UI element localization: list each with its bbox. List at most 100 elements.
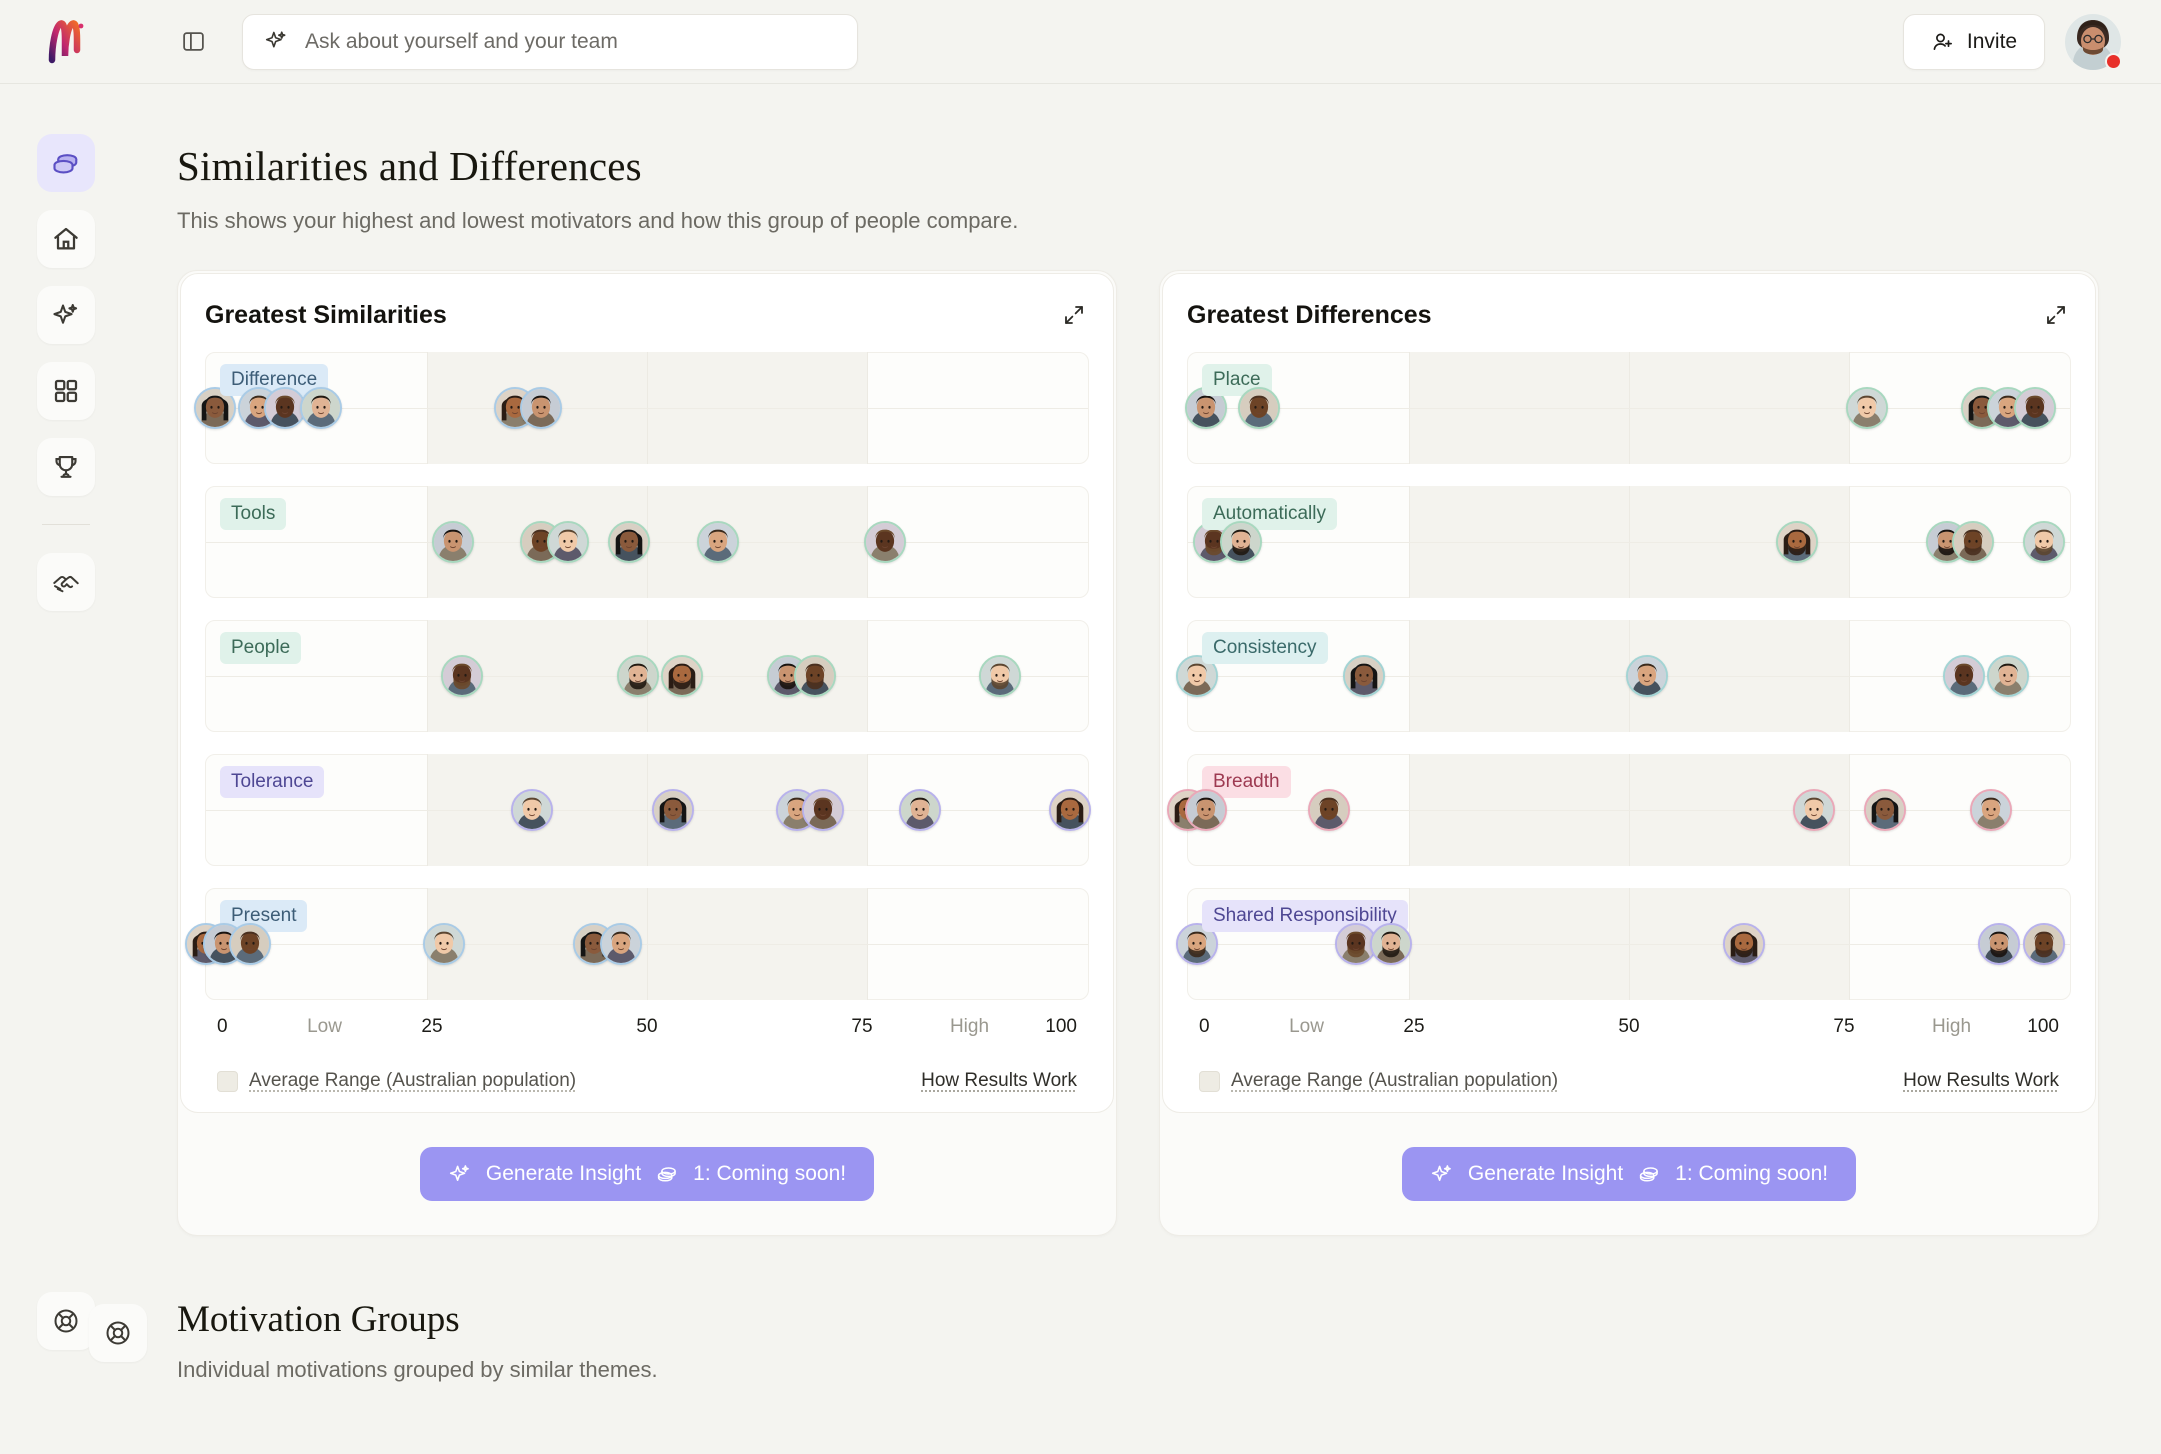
person-avatar-dot[interactable]: [1775, 521, 1818, 563]
person-avatar-dot[interactable]: [1863, 789, 1906, 831]
person-avatar-dot[interactable]: [1369, 923, 1412, 965]
chart-footer: Average Range (Australian population) Ho…: [1199, 1070, 2059, 1092]
person-avatar-dot[interactable]: [652, 789, 695, 831]
sidebar-item-insights[interactable]: [37, 286, 95, 344]
generate-insight-button[interactable]: Generate Insight 1: Coming soon!: [1401, 1147, 1857, 1201]
person-avatar-dot[interactable]: [431, 521, 474, 563]
person-avatar-dot[interactable]: [1943, 655, 1986, 697]
row-label-chip: Tools: [220, 498, 287, 530]
person-avatar-dot[interactable]: [1237, 387, 1280, 429]
axis-tick-label: 25: [1403, 1016, 1425, 1037]
person-avatar-dot[interactable]: [1969, 789, 2012, 831]
motivation-groups-section: Motivation Groups Individual motivations…: [89, 1298, 2161, 1383]
person-avatar-dot[interactable]: [1987, 655, 2030, 697]
person-avatar-dot[interactable]: [520, 387, 563, 429]
person-avatar-dot[interactable]: [423, 923, 466, 965]
person-avatar-dot[interactable]: [2022, 923, 2065, 965]
how-results-work-link[interactable]: How Results Work: [921, 1070, 1077, 1092]
person-avatar-dot[interactable]: [1846, 387, 1889, 429]
sidebar-panel-icon[interactable]: [176, 25, 210, 59]
axis-tick-label: High: [949, 1016, 990, 1037]
sidebar-item-dashboard[interactable]: [37, 362, 95, 420]
top-bar-actions: Invite: [1903, 13, 2161, 70]
person-avatar-dot[interactable]: [1951, 521, 1994, 563]
person-avatar-dot[interactable]: [511, 789, 554, 831]
user-avatar[interactable]: [2065, 13, 2122, 70]
generate-insight-label: Generate Insight: [1467, 1162, 1624, 1185]
legend: Average Range (Australian population): [217, 1070, 576, 1092]
person-avatar-dot[interactable]: [2013, 387, 2056, 429]
row-label-chip: Consistency: [1202, 632, 1328, 664]
chart-footer: Average Range (Australian population) Ho…: [217, 1070, 1077, 1092]
expand-diagonal-icon[interactable]: [2041, 300, 2071, 330]
handshake-icon: [53, 575, 79, 593]
expand-diagonal-icon[interactable]: [1059, 300, 1089, 330]
sidebar-item-team[interactable]: [37, 553, 95, 611]
generate-insight-container: Generate Insight 1: Coming soon!: [1160, 1147, 2098, 1201]
page-title: Similarities and Differences: [177, 143, 642, 189]
section-subtitle: Individual motivations grouped by simila…: [177, 1357, 658, 1382]
section-title: Motivation Groups: [177, 1299, 460, 1340]
person-avatar-dot[interactable]: [696, 521, 739, 563]
axis-tick-label: Low: [1289, 1016, 1324, 1037]
sidebar-item-coins[interactable]: [37, 134, 95, 192]
chart-card-inner: Greatest Similarities Difference Tools P…: [180, 273, 1114, 1113]
invite-button[interactable]: Invite: [1903, 13, 2045, 70]
axis-tick-label: 0: [1199, 1016, 1210, 1037]
row-axis-line: [206, 944, 1088, 945]
person-avatar-dot[interactable]: [299, 387, 342, 429]
person-avatar-dot[interactable]: [793, 655, 836, 697]
person-avatar-dot[interactable]: [440, 655, 483, 697]
axis-tick-label: 75: [851, 1016, 873, 1037]
person-avatar-dot[interactable]: [1978, 923, 2021, 965]
person-avatar-dot[interactable]: [899, 789, 942, 831]
chart-row: Automatically: [1187, 486, 2071, 598]
sparkle-icon: [265, 30, 286, 48]
sidebar-item-home[interactable]: [37, 210, 95, 268]
chart-row: Place: [1184, 352, 2071, 464]
chart-title: Greatest Differences: [1187, 300, 1432, 329]
person-avatar-dot[interactable]: [1308, 789, 1351, 831]
how-results-work-link[interactable]: How Results Work: [1903, 1070, 2059, 1092]
chart-card: Greatest Differences Place Automatically…: [1159, 270, 2099, 1236]
person-avatar-dot[interactable]: [802, 789, 845, 831]
person-avatar-dot[interactable]: [2022, 521, 2065, 563]
chart-row: Shared Responsibility: [1175, 888, 2071, 1000]
sidebar-item-support[interactable]: [37, 1292, 95, 1350]
person-avatar-dot[interactable]: [1793, 789, 1836, 831]
axis-tick-label: 25: [421, 1016, 443, 1037]
row-axis-line: [1188, 944, 2070, 945]
search-box[interactable]: [242, 13, 858, 70]
person-avatar-dot[interactable]: [617, 655, 660, 697]
grid-icon: [54, 379, 78, 403]
axis-tick-label: Low: [307, 1016, 342, 1037]
person-avatar-dot[interactable]: [1219, 521, 1262, 563]
chart-title: Greatest Similarities: [205, 300, 447, 329]
x-axis: 0 Low 25 50 75 High 100: [217, 1016, 1077, 1050]
person-avatar-dot[interactable]: [599, 923, 642, 965]
person-avatar-dot[interactable]: [608, 521, 651, 563]
chart-row: Tolerance: [205, 754, 1092, 866]
main-content: Similarities and Differences This shows …: [89, 84, 2161, 1383]
invite-button-label: Invite: [1966, 29, 2018, 53]
person-avatar-dot[interactable]: [1343, 655, 1386, 697]
generate-insight-label: Generate Insight: [485, 1162, 642, 1185]
sparkle-icon: [53, 304, 78, 324]
generate-insight-credits: 1: Coming soon!: [693, 1162, 847, 1185]
legend-swatch: [217, 1070, 238, 1092]
chart-row: Difference: [193, 352, 1089, 464]
person-avatar-dot[interactable]: [229, 923, 272, 965]
person-avatar-dot[interactable]: [864, 521, 907, 563]
generate-insight-button[interactable]: Generate Insight 1: Coming soon!: [419, 1147, 875, 1201]
legend-swatch: [1199, 1070, 1220, 1092]
axis-tick-label: High: [1931, 1016, 1972, 1037]
person-avatar-dot[interactable]: [661, 655, 704, 697]
person-avatar-dot[interactable]: [1049, 789, 1092, 831]
search-input[interactable]: [305, 29, 837, 54]
person-avatar-dot[interactable]: [978, 655, 1021, 697]
person-avatar-dot[interactable]: [1625, 655, 1668, 697]
person-avatar-dot[interactable]: [546, 521, 589, 563]
person-avatar-dot[interactable]: [1184, 789, 1227, 831]
sidebar-item-achievements[interactable]: [37, 438, 95, 496]
person-avatar-dot[interactable]: [1722, 923, 1765, 965]
